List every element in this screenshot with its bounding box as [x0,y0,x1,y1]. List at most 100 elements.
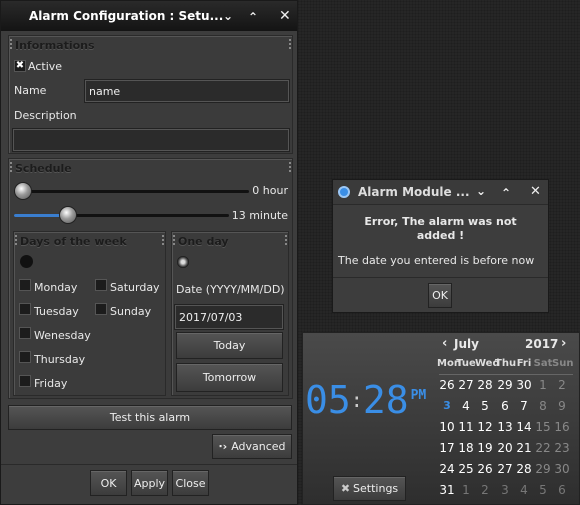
maximize-icon[interactable]: ⌃ [248,10,258,24]
calendar-day[interactable]: 23 [552,441,572,455]
divider [1,464,297,465]
calendar-day[interactable]: 17 [437,441,457,455]
calendar-day[interactable]: 28 [514,462,534,476]
weekday-header: Fri [516,358,532,369]
minute-slider-handle[interactable] [58,206,77,224]
calendar-day[interactable]: 20 [495,441,515,455]
one-day-title: One day [178,235,229,248]
calendar-day[interactable]: 11 [456,420,476,434]
day-monday[interactable]: Monday [19,279,77,294]
day-friday[interactable]: Friday [19,375,67,390]
calendar-day[interactable]: 10 [437,420,457,434]
calendar-day[interactable]: 1 [533,378,553,392]
ok-button[interactable]: OK [90,470,127,496]
calendar-day[interactable]: 22 [533,441,553,455]
calendar-day[interactable]: 19 [475,441,495,455]
error-heading: Error, The alarm was not added ! [364,215,517,242]
next-month-icon[interactable]: › [561,336,566,351]
calendar-day[interactable]: 31 [437,483,457,497]
calendar-day[interactable]: 13 [495,420,515,434]
calendar-day[interactable]: 18 [456,441,476,455]
calendar-day[interactable]: 21 [514,441,534,455]
tools-icon: ✖ [340,482,351,495]
days-of-week-radio[interactable] [20,255,33,268]
minimize-icon[interactable]: ⌄ [476,184,486,198]
calendar-day[interactable]: 26 [475,462,495,476]
calendar-day[interactable]: 27 [456,378,476,392]
today-button[interactable]: Today [176,332,283,359]
calendar-divider [439,374,573,375]
calendar-day[interactable]: 26 [437,378,457,392]
day-sunday[interactable]: Sunday [95,303,151,318]
calendar-day[interactable]: 27 [495,462,515,476]
prev-month-icon[interactable]: ‹ [442,336,447,351]
schedule-group: Schedule 0 hour 13 minute Days of the we… [8,158,293,399]
day-wednesday[interactable]: Wenesday [19,327,91,342]
calendar-day[interactable]: 7 [514,399,534,413]
day-tuesday[interactable]: Tuesday [19,303,79,318]
calendar-day[interactable]: 4 [514,483,534,497]
arrow-right-icon: ⋅› [218,440,228,453]
weekday-header: Thu [495,358,517,369]
clock-ampm: PM [410,388,427,403]
calendar-day[interactable]: 28 [475,378,495,392]
minimize-icon[interactable]: ⌄ [223,9,233,23]
calendar-day[interactable]: 3 [495,483,515,497]
calendar-day[interactable]: 24 [437,462,457,476]
calendar-year: 2017 [525,337,559,351]
calendar-day[interactable]: 9 [552,399,572,413]
divider [333,277,548,278]
calendar-day[interactable]: 30 [552,462,572,476]
close-button[interactable]: Close [172,470,209,496]
advanced-button[interactable]: ⋅› Advanced [212,434,292,459]
date-label: Date (YYYY/MM/DD) [176,283,285,296]
date-input[interactable]: 2017/07/03 [174,304,284,330]
apply-button[interactable]: Apply [131,470,168,496]
close-icon[interactable]: ✕ [279,8,291,24]
calendar-day[interactable]: 29 [495,378,515,392]
calendar-day[interactable]: 6 [552,483,572,497]
calendar-day[interactable]: 16 [552,420,572,434]
settings-button[interactable]: ✖ Settings [333,476,406,501]
test-alarm-button[interactable]: Test this alarm [8,405,292,430]
calendar-day[interactable]: 25 [456,462,476,476]
calendar-day[interactable]: 8 [533,399,553,413]
day-thursday[interactable]: Thursday [19,351,85,366]
calendar-day[interactable]: 5 [475,399,495,413]
calendar-day[interactable]: 30 [514,378,534,392]
calendar-day[interactable]: 5 [533,483,553,497]
calendar-day[interactable]: 15 [533,420,553,434]
calendar-day[interactable]: 2 [475,483,495,497]
description-input[interactable] [12,128,290,152]
calendar-day[interactable]: 1 [456,483,476,497]
minute-value: 13 minute [231,209,288,222]
calendar-day[interactable]: 12 [475,420,495,434]
calendar-day[interactable]: 3 [437,399,457,412]
calendar-day[interactable]: 2 [552,378,572,392]
day-saturday[interactable]: Saturday [95,279,160,294]
close-icon[interactable]: ✕ [530,184,541,199]
dialog-ok-button[interactable]: OK [428,283,452,308]
name-label: Name [14,84,47,97]
calendar-day[interactable]: 14 [514,420,534,434]
active-checkbox[interactable]: ✖ [14,60,26,72]
window-title: Alarm Configuration : Setu... [29,9,224,23]
hour-slider-handle[interactable] [14,182,32,200]
schedule-title: Schedule [15,162,72,175]
clock-separator: : [350,388,363,412]
informations-group: Informations ✖ Active Name name Descript… [8,35,293,154]
minute-slider-fill [14,214,62,217]
calendar-day[interactable]: 4 [456,399,476,413]
calendar-day[interactable]: 29 [533,462,553,476]
weekday-header: Tue [456,358,476,369]
one-day-group: One day Date (YYYY/MM/DD) 2017/07/03 Tod… [171,231,289,396]
maximize-icon[interactable]: ⌃ [501,186,511,200]
weekday-header: Sat [533,358,553,369]
tomorrow-button[interactable]: Tomorrow [176,363,283,392]
one-day-radio[interactable] [177,256,189,268]
name-input[interactable]: name [84,79,290,103]
calendar-day[interactable]: 6 [495,399,515,413]
hour-slider-track[interactable] [14,190,249,193]
days-of-week-title: Days of the week [20,235,127,248]
description-label: Description [14,109,77,122]
